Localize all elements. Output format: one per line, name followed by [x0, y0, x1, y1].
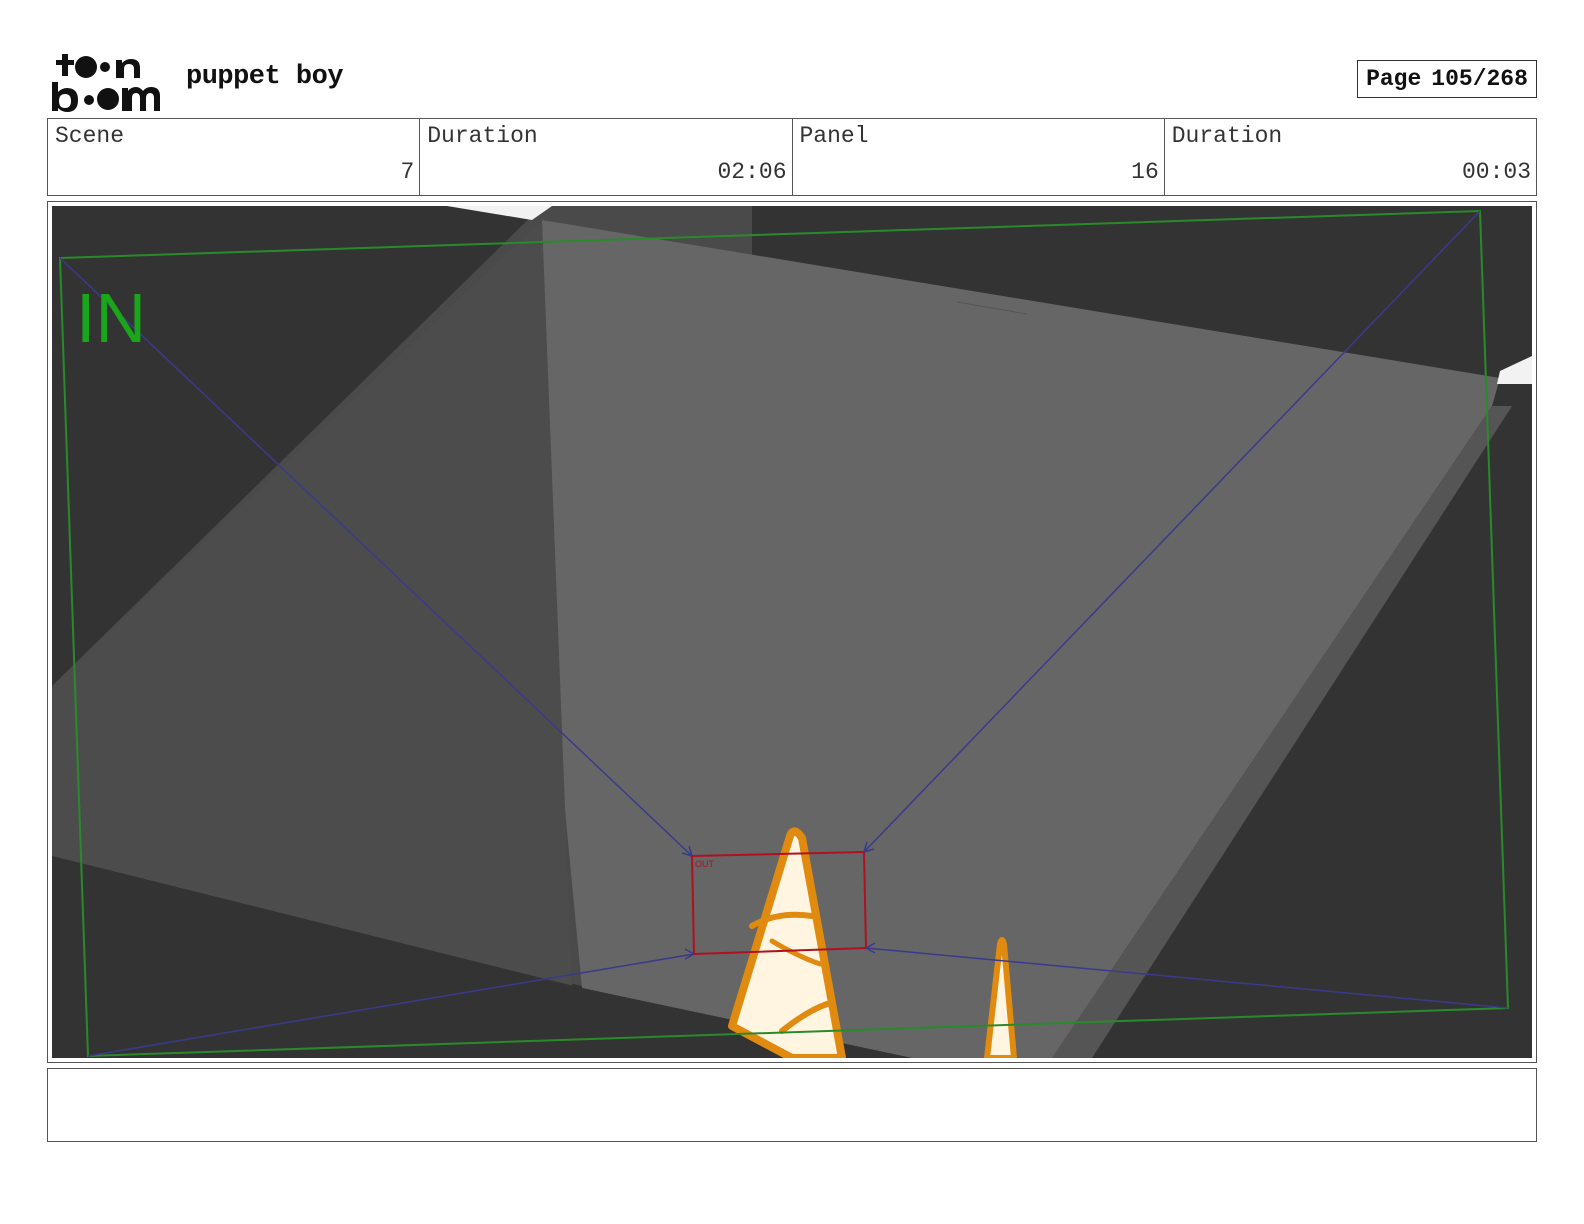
panel-duration-label: Duration	[1171, 123, 1283, 149]
scene-cell: Scene 7	[48, 119, 421, 195]
panel-artwork-svg: IN OUT	[52, 206, 1532, 1058]
panel-duration-value: 00:03	[1461, 159, 1531, 185]
project-title: puppet boy	[186, 62, 344, 92]
page-counter: Page 105/268	[1357, 60, 1537, 98]
panel-cell: Panel 16	[793, 119, 1165, 195]
scene-duration-label: Duration	[427, 123, 538, 149]
storyboard-panel-frame: IN OUT	[47, 201, 1537, 1063]
scene-value: 7	[400, 159, 415, 185]
page-number: 105/268	[1431, 66, 1528, 92]
out-marker: OUT	[695, 859, 715, 869]
panel-artwork: IN OUT	[52, 206, 1532, 1058]
scene-duration-cell: Duration 02:06	[420, 119, 793, 195]
panel-duration-cell: Duration 00:03	[1165, 119, 1536, 195]
in-marker: IN	[76, 279, 146, 357]
panel-notes-box[interactable]	[47, 1068, 1537, 1142]
toon-boom-logo	[52, 50, 164, 112]
panel-value: 16	[1131, 159, 1159, 185]
scene-info-table: Scene 7 Duration 02:06 Panel 16 Duration…	[47, 118, 1537, 196]
panel-label: Panel	[799, 123, 869, 149]
scene-label: Scene	[55, 123, 125, 149]
scene-duration-value: 02:06	[717, 159, 787, 185]
page-label: Page	[1366, 66, 1422, 92]
